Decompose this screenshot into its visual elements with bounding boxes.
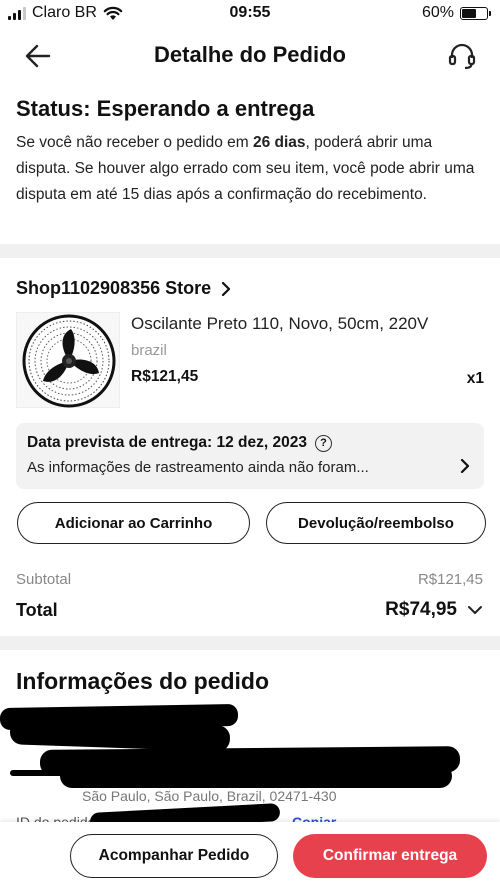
product-quantity: x1 [466,370,484,387]
order-status-section: Status: Esperando a entrega Se você não … [16,96,486,208]
battery-percent: 60% [421,4,454,21]
redaction-mark [60,764,452,788]
chevron-right-icon [460,459,470,473]
dispute-days: 26 dias [252,134,306,151]
product-name: Oscilante Preto 110, Novo, 50cm, 220V [131,314,429,333]
chevron-down-icon [468,606,482,614]
section-divider [0,636,500,650]
status-text-before: Se você não receber o pedido em [16,134,253,151]
bottom-action-bar: Acompanhar Pedido Confirmar entrega [0,822,500,890]
track-order-button[interactable]: Acompanhar Pedido [70,834,278,878]
total-value: R$74,95 [385,599,457,620]
total-toggle[interactable]: R$74,95 [385,599,483,621]
chevron-right-icon [222,281,231,296]
product-origin: brazil [131,342,167,359]
page-title: Detalhe do Pedido [154,42,346,67]
estimated-delivery: Data prevista de entrega: 12 dez, 2023 ? [27,434,332,452]
delivery-info-box[interactable]: Data prevista de entrega: 12 dez, 2023 ?… [16,423,484,489]
battery-icon [460,6,491,20]
support-button[interactable] [446,40,478,72]
status-description: Se você não receber o pedido em 26 dias,… [16,130,486,208]
subtotal-label: Subtotal [16,571,72,588]
subtotal-value: R$121,45 [417,571,483,588]
refund-button[interactable]: Devolução/reembolso [266,502,486,544]
estimated-delivery-text: Data prevista de entrega: 12 dez, 2023 [27,434,307,451]
add-to-cart-button[interactable]: Adicionar ao Carrinho [17,502,250,544]
product-item[interactable]: Oscilante Preto 110, Novo, 50cm, 220V br… [16,312,486,412]
product-image [16,312,120,408]
status-title: Status: Esperando a entrega [16,96,315,121]
battery-group: 60% [421,4,491,22]
status-bar: Claro BR 09:55 60% [0,0,500,30]
total-label: Total [16,600,58,620]
help-icon[interactable]: ? [315,434,332,452]
shop-name: Shop1102908356 Store [16,278,212,298]
page-header: Detalhe do Pedido [0,32,500,80]
tracking-status: As informações de rastreamento ainda não… [27,459,369,476]
order-info-title: Informações do pedido [16,668,270,694]
product-price: R$121,45 [131,368,199,385]
redaction-mark [10,770,90,776]
shop-link[interactable]: Shop1102908356 Store [16,278,231,299]
confirm-delivery-button[interactable]: Confirmar entrega [293,834,487,878]
shipping-address: São Paulo, São Paulo, Brazil, 02471-430 [82,788,337,804]
fan-image [22,314,116,408]
headset-icon [448,43,476,70]
section-divider [0,244,500,258]
